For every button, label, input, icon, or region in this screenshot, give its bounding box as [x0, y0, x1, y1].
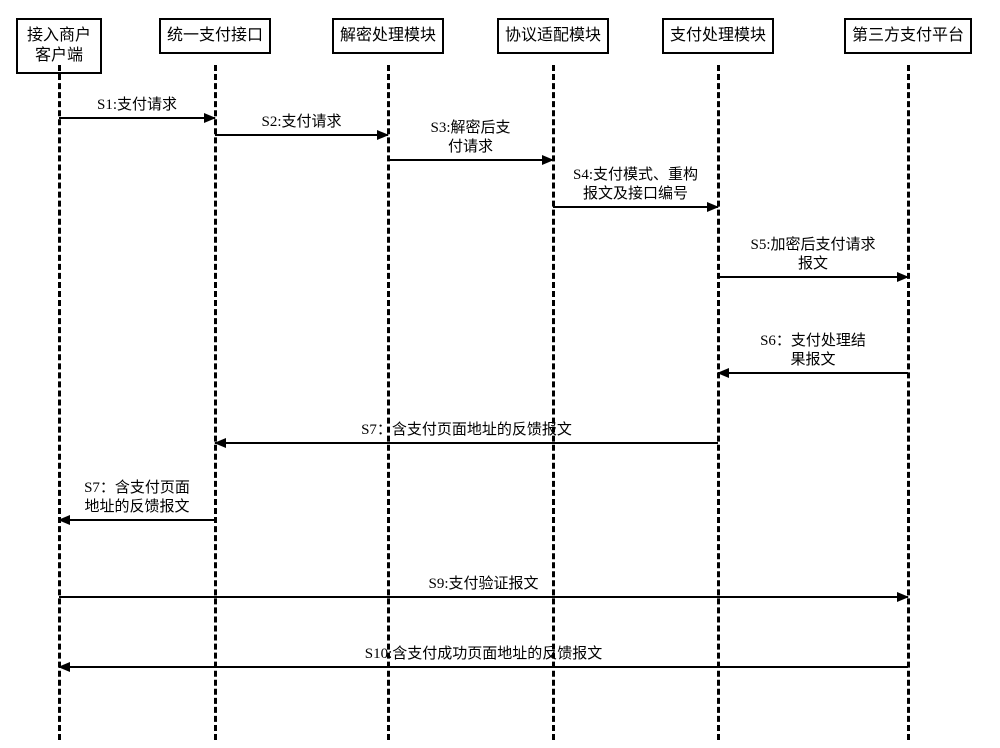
participant-payproc: 支付处理模块 — [662, 18, 774, 54]
message-label-1: S1:支付请求 — [49, 96, 225, 115]
message-label-6: S6：支付处理结果报文 — [723, 332, 903, 370]
message-label-9: S9:支付验证报文 — [49, 575, 918, 594]
participant-protocol: 协议适配模块 — [497, 18, 609, 54]
message-label-5: S5:加密后支付请求报文 — [723, 236, 903, 274]
message-label-8: S7：含支付页面地址的反馈报文 — [49, 479, 225, 517]
message-label-10: S10:含支付成功页面地址的反馈报文 — [49, 645, 918, 664]
participant-decrypt: 解密处理模块 — [332, 18, 444, 54]
lifeline-thirdparty — [907, 65, 910, 740]
participant-thirdparty: 第三方支付平台 — [844, 18, 972, 54]
message-label-7: S7：含支付页面地址的反馈报文 — [205, 421, 728, 440]
message-label-4: S4:支付模式、重构报文及接口编号 — [546, 166, 726, 204]
participant-unified: 统一支付接口 — [159, 18, 271, 54]
message-label-3: S3:解密后支付请求 — [381, 119, 561, 157]
lifeline-client — [58, 65, 61, 740]
message-label-2: S2:支付请求 — [205, 113, 398, 132]
lifeline-decrypt — [387, 65, 390, 740]
lifeline-unified — [214, 65, 217, 740]
